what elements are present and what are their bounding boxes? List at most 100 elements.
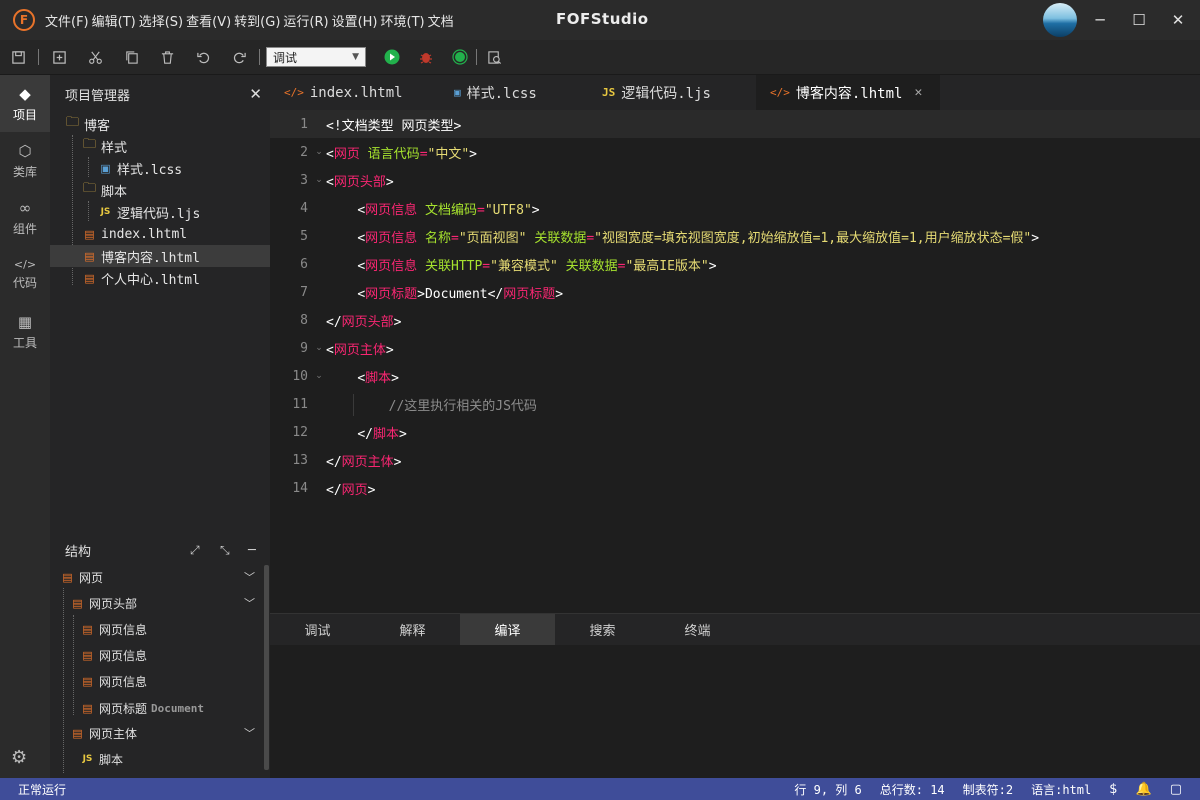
chevron-down-icon[interactable]: ﹀: [244, 569, 255, 585]
tab-compile[interactable]: 编译: [460, 614, 555, 645]
menu-item[interactable]: 文档: [428, 11, 454, 30]
code-line[interactable]: 14 </网页>: [270, 474, 1200, 502]
redo-icon[interactable]: [221, 42, 257, 72]
code-line[interactable]: 7 <网页标题>Document</网页标题>: [270, 278, 1200, 306]
code-text: <!文档类型 网页类型>: [326, 118, 462, 134]
activity-tools[interactable]: ▦ 工具: [0, 303, 50, 360]
code-line[interactable]: 2 ⌄ <网页 语言代码="中文">: [270, 138, 1200, 166]
tree-file-blog-content[interactable]: ▤ 博客内容.lhtml: [50, 245, 270, 267]
cursor-position[interactable]: 行 9, 列 6: [794, 781, 861, 798]
code-line[interactable]: 8 </网页头部>: [270, 306, 1200, 334]
tree-file-logic-ljs[interactable]: JS 逻辑代码.ljs: [50, 201, 270, 223]
code-line[interactable]: 11 //这里执行相关的JS代码: [270, 390, 1200, 418]
menu-item[interactable]: 选择(S): [139, 11, 183, 30]
copy-icon[interactable]: [113, 42, 149, 72]
maximize-button[interactable]: ☐: [1129, 10, 1149, 30]
debug-bug-icon[interactable]: [406, 42, 446, 72]
code-line[interactable]: 10 ⌄ <脚本>: [270, 362, 1200, 390]
cut-icon[interactable]: [77, 42, 113, 72]
fold-chevron-icon[interactable]: ⌄: [312, 343, 326, 353]
minimize-panel-icon[interactable]: ─: [248, 543, 256, 558]
structure-label: 网页信息: [99, 622, 148, 637]
fold-chevron-icon[interactable]: ⌄: [312, 147, 326, 157]
code-line[interactable]: 6 <网页信息 关联HTTP="兼容模式" 关联数据="最高IE版本">: [270, 250, 1200, 278]
status-indicator-icon[interactable]: [446, 42, 474, 72]
menu-item[interactable]: 文件(F): [45, 11, 89, 30]
new-file-icon[interactable]: [41, 42, 77, 72]
menu-item[interactable]: 设置(H): [332, 11, 378, 30]
tree-file-index[interactable]: ▤ index.lhtml: [50, 223, 270, 245]
status-bar: 正常运行 行 9, 列 6 总行数: 14 制表符:2 语言:html $ 🔔 …: [0, 778, 1200, 800]
code-line[interactable]: 4 <网页信息 文档编码="UTF8">: [270, 194, 1200, 222]
bell-icon[interactable]: 🔔: [1136, 782, 1152, 797]
structure-item-page[interactable]: ▤ 网页 ﹀: [60, 565, 265, 589]
tree-file-style-lcss[interactable]: ▣ 样式.lcss: [50, 157, 270, 179]
activity-project[interactable]: ◆ 项目: [0, 75, 50, 132]
structure-item-title[interactable]: ▤ 网页标题 Document: [80, 696, 204, 720]
run-icon[interactable]: [378, 42, 406, 72]
activity-components[interactable]: ∞ 组件: [0, 189, 50, 246]
activity-code[interactable]: </> 代码: [0, 246, 50, 303]
structure-item-meta[interactable]: ▤ 网页信息: [80, 643, 147, 667]
close-icon[interactable]: ✕: [249, 85, 262, 103]
tab-style-lcss[interactable]: ▣ 样式.lcss: [440, 75, 588, 110]
gear-icon[interactable]: ⚙: [11, 747, 27, 768]
line-number: 5: [300, 228, 308, 244]
menu-item[interactable]: 查看(V): [186, 11, 231, 30]
tab-interpret[interactable]: 解释: [365, 614, 460, 645]
code-line[interactable]: 13 </网页主体>: [270, 446, 1200, 474]
menu-item[interactable]: 转到(G): [234, 11, 280, 30]
close-icon[interactable]: ✕: [914, 85, 922, 100]
delete-icon[interactable]: [149, 42, 185, 72]
menu-item[interactable]: 运行(R): [283, 11, 328, 30]
line-number: 4: [300, 200, 308, 216]
chevron-down-icon[interactable]: ﹀: [244, 725, 255, 741]
code-text: <网页信息 名称="页面视图" 关联数据="视图宽度=填充视图宽度,初始缩放值=…: [357, 230, 1040, 246]
tab-debug[interactable]: 调试: [270, 614, 365, 645]
tree-folder-styles[interactable]: 🗀 样式: [50, 135, 270, 157]
css-file-icon: ▣: [454, 86, 461, 99]
run-mode-select[interactable]: 调试 ▼: [266, 47, 366, 67]
collapse-icon[interactable]: ⤡: [220, 543, 230, 558]
structure-item-script[interactable]: JS 脚本: [80, 747, 123, 771]
bottom-panel-body[interactable]: [270, 645, 1200, 778]
structure-scrollbar[interactable]: [264, 565, 269, 770]
fold-chevron-icon[interactable]: ⌄: [312, 175, 326, 185]
code-line[interactable]: 12 </脚本>: [270, 418, 1200, 446]
code-line[interactable]: 9 ⌄ <网页主体>: [270, 334, 1200, 362]
tab-logic-ljs[interactable]: JS 逻辑代码.ljs: [588, 75, 756, 110]
activity-library[interactable]: ⬡ 类库: [0, 132, 50, 189]
minimize-button[interactable]: ─: [1090, 10, 1110, 30]
tree-file-profile[interactable]: ▤ 个人中心.lhtml: [50, 267, 270, 289]
tree-folder-scripts[interactable]: 🗀 脚本: [50, 179, 270, 201]
dollar-icon[interactable]: $: [1109, 782, 1117, 797]
code-line[interactable]: 3 ⌄ <网页头部>: [270, 166, 1200, 194]
structure-item-meta[interactable]: ▤ 网页信息: [80, 617, 147, 641]
tree-folder-blog[interactable]: 🗀 博客: [50, 113, 270, 135]
close-button[interactable]: ✕: [1168, 10, 1188, 30]
tab-terminal[interactable]: 终端: [650, 614, 745, 645]
menu-item[interactable]: 环境(T): [381, 11, 425, 30]
undo-icon[interactable]: [185, 42, 221, 72]
structure-item-body[interactable]: ▤ 网页主体 ﹀: [70, 721, 265, 745]
code-line[interactable]: 1 <!文档类型 网页类型>: [270, 110, 1200, 138]
tab-size[interactable]: 制表符:2: [963, 781, 1013, 798]
code-text: <网页主体>: [326, 342, 394, 358]
tab-search[interactable]: 搜索: [555, 614, 650, 645]
structure-item-head[interactable]: ▤ 网页头部 ﹀: [70, 591, 265, 615]
layout-icon[interactable]: ▢: [1170, 782, 1182, 797]
structure-item-meta[interactable]: ▤ 网页信息: [80, 669, 147, 693]
menu-item[interactable]: 编辑(T): [92, 11, 136, 30]
search-file-icon[interactable]: [479, 42, 509, 72]
tab-blog-content[interactable]: </> 博客内容.lhtml ✕: [756, 75, 940, 110]
tab-index[interactable]: </> index.lhtml: [270, 75, 440, 110]
save-icon[interactable]: [0, 42, 36, 72]
language-mode[interactable]: 语言:html: [1031, 781, 1091, 798]
fold-chevron-icon[interactable]: ⌄: [312, 371, 326, 381]
code-line[interactable]: 5 <网页信息 名称="页面视图" 关联数据="视图宽度=填充视图宽度,初始缩放…: [270, 222, 1200, 250]
chevron-down-icon[interactable]: ﹀: [244, 595, 255, 611]
code-text: <网页信息 文档编码="UTF8">: [357, 202, 540, 218]
code-editor[interactable]: 1 <!文档类型 网页类型> 2 ⌄ <网页 语言代码="中文"> 3 ⌄ <网页头部> 4 <…: [270, 110, 1200, 613]
user-avatar[interactable]: [1043, 3, 1077, 37]
expand-icon[interactable]: ⤢: [190, 543, 200, 558]
